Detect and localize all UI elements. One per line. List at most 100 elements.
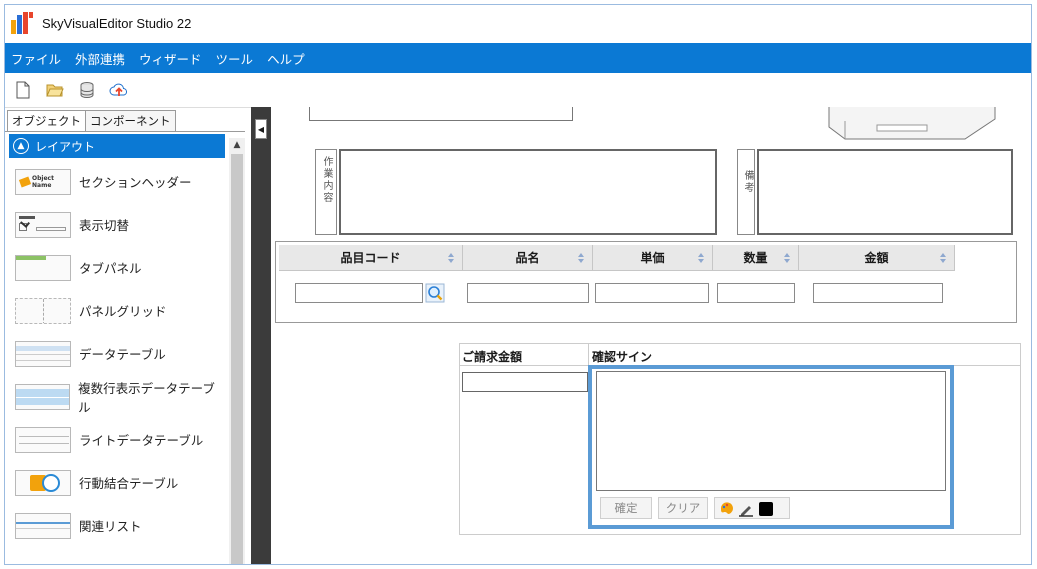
list-item-panel-grid[interactable]: パネルグリッド bbox=[9, 289, 225, 332]
open-folder-icon[interactable] bbox=[45, 80, 65, 100]
column-quantity-label: 数量 bbox=[743, 251, 768, 265]
app-window: SkyVisualEditor Studio 22 ファイル 外部連携 ウィザー… bbox=[4, 4, 1032, 565]
unit-price-input[interactable] bbox=[595, 283, 709, 303]
work-content-label: 作業内容 bbox=[321, 156, 332, 204]
palette-icon bbox=[720, 502, 773, 517]
billing-header-row bbox=[460, 344, 1020, 366]
column-unit-price-label: 単価 bbox=[640, 251, 665, 265]
design-canvas: 作業内容 備考 品目コード 品名 単価 数量 金額 ご請求金額 確認サイン 確定… bbox=[271, 107, 1031, 564]
notes-label-box: 備考 bbox=[737, 149, 755, 235]
signature-canvas[interactable] bbox=[596, 371, 946, 491]
app-logo-icon bbox=[11, 12, 33, 34]
pen-tools-group[interactable] bbox=[714, 497, 790, 519]
cloud-upload-icon[interactable] bbox=[109, 80, 129, 100]
panel-grid-icon bbox=[15, 297, 71, 324]
list-item-display-toggle[interactable]: 表示切替 bbox=[9, 203, 225, 246]
list-item-label: ライトデータテーブル bbox=[79, 433, 204, 448]
menu-tools[interactable]: ツール bbox=[216, 49, 254, 68]
component-list: Object Name セクションヘッダー 表示切替 タブパネル パネルグリッド… bbox=[9, 160, 225, 547]
menu-file[interactable]: ファイル bbox=[11, 49, 61, 68]
tab-divider bbox=[5, 131, 245, 132]
menu-wizard[interactable]: ウィザード bbox=[139, 49, 202, 68]
tab-components[interactable]: コンポーネント bbox=[85, 110, 176, 132]
activity-table-icon bbox=[15, 469, 71, 496]
list-item-label: 行動結合テーブル bbox=[79, 476, 179, 491]
sort-icon bbox=[448, 253, 454, 263]
display-toggle-icon bbox=[15, 211, 71, 238]
signature-pad-component[interactable]: 確定 クリア bbox=[588, 365, 954, 529]
list-item-tab-panel[interactable]: タブパネル bbox=[9, 246, 225, 289]
list-item-label: 関連リスト bbox=[79, 519, 142, 534]
work-content-label-box: 作業内容 bbox=[315, 149, 337, 235]
billing-amount-label: ご請求金額 bbox=[462, 350, 523, 364]
list-item-label: パネルグリッド bbox=[79, 304, 167, 319]
multirow-data-table-icon bbox=[15, 383, 71, 410]
search-icon[interactable] bbox=[425, 283, 445, 303]
list-item-section-header[interactable]: Object Name セクションヘッダー bbox=[9, 160, 225, 203]
scroll-thumb[interactable] bbox=[231, 154, 243, 564]
title-bar: SkyVisualEditor Studio 22 bbox=[5, 5, 1031, 41]
printer-image bbox=[827, 107, 1003, 141]
billing-amount-input[interactable] bbox=[462, 372, 588, 392]
section-layout-label: レイアウト bbox=[35, 139, 96, 154]
item-code-input[interactable] bbox=[295, 283, 423, 303]
notes-label: 備考 bbox=[742, 170, 753, 194]
quantity-input[interactable] bbox=[717, 283, 795, 303]
notes-field[interactable] bbox=[757, 149, 1013, 235]
sort-icon bbox=[940, 253, 946, 263]
component-panel: オブジェクト コンポーネント ▲ レイアウト Object Name セクション… bbox=[5, 107, 251, 564]
partial-top-field[interactable] bbox=[309, 107, 573, 121]
collapse-left-icon[interactable]: ◀ bbox=[255, 119, 267, 139]
clear-button[interactable]: クリア bbox=[658, 497, 708, 519]
menu-bar: ファイル 外部連携 ウィザード ツール ヘルプ bbox=[5, 43, 1031, 73]
list-item-label: データテーブル bbox=[79, 347, 166, 362]
database-icon[interactable] bbox=[77, 80, 97, 100]
column-amount[interactable]: 金額 bbox=[799, 245, 955, 271]
panel-scrollbar[interactable]: ▲ bbox=[229, 138, 245, 564]
related-list-icon bbox=[15, 512, 71, 539]
app-title: SkyVisualEditor Studio 22 bbox=[42, 15, 192, 31]
menu-help[interactable]: ヘルプ bbox=[267, 49, 305, 68]
panel-splitter[interactable]: ◀ bbox=[251, 107, 271, 564]
column-amount-label: 金額 bbox=[864, 251, 889, 265]
item-name-input[interactable] bbox=[467, 283, 589, 303]
light-data-table-icon bbox=[15, 426, 71, 453]
tab-objects[interactable]: オブジェクト bbox=[7, 110, 86, 132]
column-item-code[interactable]: 品目コード bbox=[279, 245, 463, 271]
scroll-up-icon[interactable]: ▲ bbox=[229, 138, 245, 152]
column-unit-price[interactable]: 単価 bbox=[593, 245, 713, 271]
column-item-name-label: 品名 bbox=[515, 251, 540, 265]
list-item-multirow-data-table[interactable]: 複数行表示データテーブル bbox=[9, 375, 225, 418]
menu-external-link[interactable]: 外部連携 bbox=[75, 49, 125, 68]
section-layout-header[interactable]: ▲ レイアウト bbox=[9, 134, 225, 158]
list-item-label: 複数行表示データテーブル bbox=[78, 380, 215, 415]
column-quantity[interactable]: 数量 bbox=[713, 245, 799, 271]
work-content-field[interactable] bbox=[339, 149, 717, 235]
confirm-button[interactable]: 確定 bbox=[600, 497, 652, 519]
list-item-light-data-table[interactable]: ライトデータテーブル bbox=[9, 418, 225, 461]
section-header-icon: Object Name bbox=[15, 168, 71, 195]
grid-row bbox=[279, 271, 955, 309]
sort-icon bbox=[578, 253, 584, 263]
list-item-activity-table[interactable]: 行動結合テーブル bbox=[9, 461, 225, 504]
list-item-data-table[interactable]: データテーブル bbox=[9, 332, 225, 375]
data-table-icon bbox=[15, 340, 71, 367]
list-item-label: タブパネル bbox=[79, 261, 142, 276]
new-file-icon[interactable] bbox=[13, 80, 33, 100]
list-item-label: セクションヘッダー bbox=[79, 175, 192, 190]
tab-panel-icon bbox=[15, 254, 71, 281]
signature-label: 確認サイン bbox=[592, 350, 653, 364]
header-divider bbox=[588, 344, 589, 366]
section-header-thumb-text: Object Name bbox=[32, 174, 54, 189]
item-grid-header: 品目コード 品名 単価 数量 金額 bbox=[279, 245, 955, 271]
amount-input[interactable] bbox=[813, 283, 943, 303]
sort-icon bbox=[784, 253, 790, 263]
collapse-up-icon: ▲ bbox=[13, 138, 29, 154]
toolbar bbox=[5, 73, 1031, 107]
column-item-name[interactable]: 品名 bbox=[463, 245, 593, 271]
sort-icon bbox=[698, 253, 704, 263]
list-item-label: 表示切替 bbox=[79, 218, 130, 233]
list-item-related-list[interactable]: 関連リスト bbox=[9, 504, 225, 547]
panel-tabs: オブジェクト コンポーネント bbox=[7, 110, 176, 132]
column-item-code-label: 品目コード bbox=[340, 251, 401, 265]
